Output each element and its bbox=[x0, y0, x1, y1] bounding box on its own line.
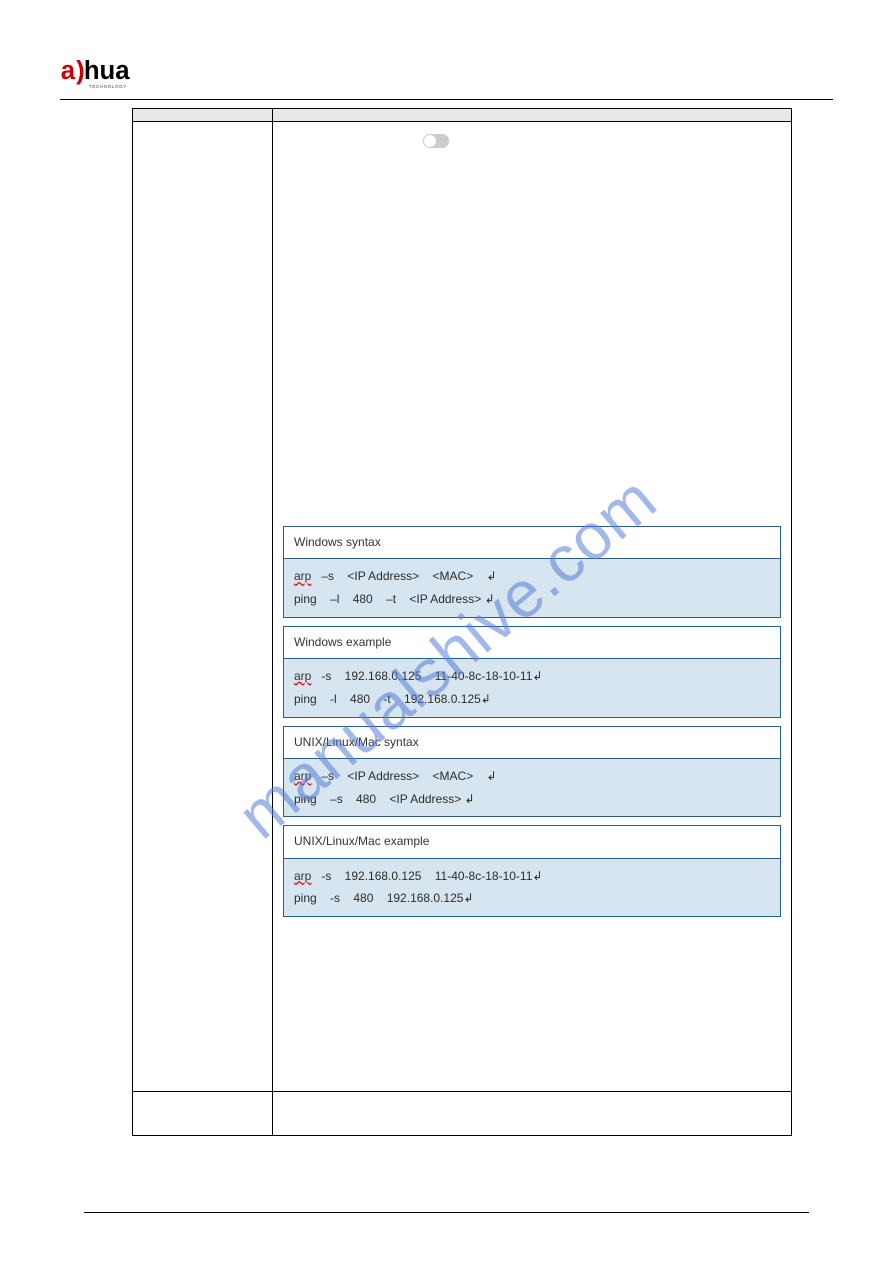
code-block-windows-example: Windows example arp -s 192.168.0.125 11-… bbox=[283, 626, 781, 718]
table-header-row bbox=[133, 109, 792, 122]
svg-text:TECHNOLOGY: TECHNOLOGY bbox=[89, 84, 127, 89]
header-divider bbox=[60, 99, 833, 100]
code-block-windows-syntax: Windows syntax arp –s <IP Address> <MAC>… bbox=[283, 526, 781, 618]
code-body: arp –s <IP Address> <MAC> ↲ ping –l 480 … bbox=[284, 559, 780, 617]
logo-area: a ) hua TECHNOLOGY bbox=[60, 56, 833, 100]
header-description bbox=[273, 109, 792, 122]
code-block-unix-example: UNIX/Linux/Mac example arp -s 192.168.0.… bbox=[283, 825, 781, 917]
code-title: UNIX/Linux/Mac syntax bbox=[284, 727, 780, 759]
code-body: arp -s 192.168.0.125 11-40-8c-18-10-11↲ … bbox=[284, 659, 780, 717]
page-footer bbox=[84, 1212, 809, 1219]
code-body: arp -s 192.168.0.125 11-40-8c-18-10-11↲ … bbox=[284, 859, 780, 917]
code-title: UNIX/Linux/Mac example bbox=[284, 826, 780, 858]
desc-cell: Windows syntax arp –s <IP Address> <MAC>… bbox=[273, 122, 792, 1092]
code-title: Windows example bbox=[284, 627, 780, 659]
table-row bbox=[133, 1092, 792, 1136]
table-row: Windows syntax arp –s <IP Address> <MAC>… bbox=[133, 122, 792, 1092]
desc-cell-2 bbox=[273, 1092, 792, 1136]
code-block-unix-syntax: UNIX/Linux/Mac syntax arp –s <IP Address… bbox=[283, 726, 781, 818]
param-cell-2 bbox=[133, 1092, 273, 1136]
header-parameter bbox=[133, 109, 273, 122]
svg-text:hua: hua bbox=[84, 57, 130, 85]
code-body: arp –s <IP Address> <MAC> ↲ ping –s 480 … bbox=[284, 759, 780, 817]
param-cell bbox=[133, 122, 273, 1092]
toggle-icon[interactable] bbox=[423, 134, 449, 148]
code-title: Windows syntax bbox=[284, 527, 780, 559]
brand-logo: a ) hua TECHNOLOGY bbox=[60, 56, 190, 92]
parameter-table: Windows syntax arp –s <IP Address> <MAC>… bbox=[132, 108, 792, 1136]
svg-text:a: a bbox=[61, 57, 76, 85]
